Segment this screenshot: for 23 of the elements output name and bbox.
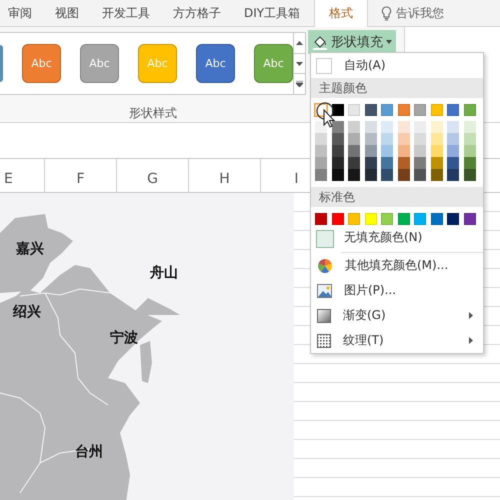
shape-style-swatch[interactable]: Abc bbox=[196, 44, 235, 83]
column-header[interactable]: E bbox=[0, 159, 45, 192]
map-drawing: 嘉兴 绍兴 舟山 宁波 台州 bbox=[0, 193, 294, 500]
ribbon-tab[interactable]: DIY工具箱 bbox=[235, 0, 310, 26]
menu-item[interactable]: 自动(A) bbox=[311, 53, 483, 78]
ribbon-tab[interactable]: 格式 bbox=[314, 0, 368, 27]
ribbon-tab[interactable]: 方方格子 bbox=[164, 0, 230, 26]
menu-item[interactable]: 图片(P)... bbox=[311, 278, 483, 303]
column-header[interactable]: F bbox=[45, 159, 117, 192]
search-field[interactable]: 告诉我您 bbox=[396, 4, 444, 22]
ribbon-tab[interactable]: 审阅 bbox=[0, 0, 41, 26]
menu-item[interactable]: 无填充颜色(N) bbox=[311, 225, 483, 250]
section-header: 主题颜色 bbox=[311, 78, 483, 98]
group-label: 形状样式 bbox=[128, 105, 178, 122]
column-header[interactable]: H bbox=[189, 159, 261, 192]
ribbon-tab[interactable]: 开发工具 bbox=[93, 0, 159, 26]
column-header[interactable]: G bbox=[117, 159, 189, 192]
menu-item[interactable]: 渐变(G) bbox=[311, 303, 483, 328]
menu-item[interactable]: 纹理(T) bbox=[311, 328, 483, 353]
menu-item[interactable]: 其他填充颜色(M)... bbox=[311, 253, 483, 278]
section-header: 标准色 bbox=[311, 187, 483, 207]
ribbon-tab[interactable]: 视图 bbox=[46, 0, 88, 26]
shape-fill-button[interactable]: 形状填充 bbox=[308, 30, 396, 54]
